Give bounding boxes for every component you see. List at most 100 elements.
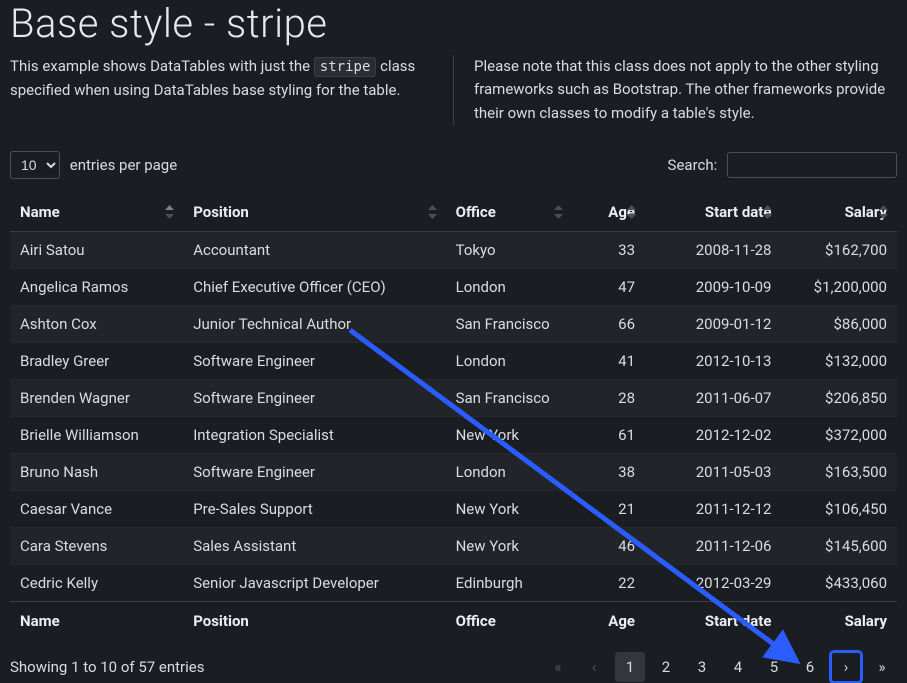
cell-age: 41 [572,342,645,379]
cell-name: Angelica Ramos [10,268,183,305]
col-footer-position: Position [183,601,445,640]
table-footer-controls: Showing 1 to 10 of 57 entries « ‹ 1 2 3 … [10,652,897,682]
cell-salary: $132,000 [781,342,897,379]
cell-age: 33 [572,231,645,268]
cell-start: 2011-12-06 [645,527,781,564]
cell-name: Caesar Vance [10,490,183,527]
table-row: Ashton Cox Junior Technical Author San F… [10,305,897,342]
cell-office: Tokyo [446,231,572,268]
table-row: Cara Stevens Sales Assistant New York 46… [10,527,897,564]
cell-start: 2011-05-03 [645,453,781,490]
col-header-office[interactable]: Office [446,193,572,232]
cell-name: Cara Stevens [10,527,183,564]
col-header-position[interactable]: Position [183,193,445,232]
cell-name: Cedric Kelly [10,564,183,601]
col-header-name[interactable]: Name [10,193,183,232]
entries-per-page-select[interactable]: 10 [10,151,60,179]
cell-age: 28 [572,379,645,416]
cell-name: Brenden Wagner [10,379,183,416]
cell-salary: $145,600 [781,527,897,564]
page-last-button[interactable]: » [867,652,897,682]
page-3-button[interactable]: 3 [687,652,717,682]
cell-age: 47 [572,268,645,305]
cell-office: San Francisco [446,379,572,416]
page-6-button[interactable]: 6 [795,652,825,682]
cell-age: 66 [572,305,645,342]
cell-position: Accountant [183,231,445,268]
cell-start: 2011-06-07 [645,379,781,416]
cell-age: 46 [572,527,645,564]
col-footer-name: Name [10,601,183,640]
cell-position: Chief Executive Officer (CEO) [183,268,445,305]
data-table: Name Position Office Age Start d [10,193,897,640]
page-2-button[interactable]: 2 [651,652,681,682]
cell-salary: $106,450 [781,490,897,527]
col-header-age[interactable]: Age [572,193,645,232]
col-footer-age: Age [572,601,645,640]
entries-per-page-label: entries per page [70,156,177,174]
sort-icon [763,205,773,219]
cell-position: Software Engineer [183,379,445,416]
page-5-button[interactable]: 5 [759,652,789,682]
intro-text-pre: This example shows DataTables with just … [10,57,314,75]
cell-name: Brielle Williamson [10,416,183,453]
stripe-code-badge: stripe [314,57,377,77]
page-1-button[interactable]: 1 [615,652,645,682]
col-footer-salary: Salary [781,601,897,640]
col-footer-start: Start date [645,601,781,640]
cell-name: Bruno Nash [10,453,183,490]
cell-office: San Francisco [446,305,572,342]
footer-row: Name Position Office Age Start date Sala… [10,601,897,640]
cell-salary: $206,850 [781,379,897,416]
cell-start: 2012-10-13 [645,342,781,379]
cell-salary: $433,060 [781,564,897,601]
cell-age: 38 [572,453,645,490]
sort-icon [165,205,175,219]
page-title: Base style - stripe [10,0,897,47]
col-header-position-label: Position [193,203,249,221]
table-body: Airi Satou Accountant Tokyo 33 2008-11-2… [10,231,897,601]
cell-position: Software Engineer [183,342,445,379]
search-label: Search: [668,156,718,174]
cell-age: 21 [572,490,645,527]
col-footer-office: Office [446,601,572,640]
sort-icon [627,205,637,219]
cell-name: Bradley Greer [10,342,183,379]
table-row: Cedric Kelly Senior Javascript Developer… [10,564,897,601]
cell-position: Integration Specialist [183,416,445,453]
cell-start: 2009-10-09 [645,268,781,305]
sort-icon [428,205,438,219]
cell-position: Junior Technical Author [183,305,445,342]
table-row: Airi Satou Accountant Tokyo 33 2008-11-2… [10,231,897,268]
table-row: Angelica Ramos Chief Executive Officer (… [10,268,897,305]
sort-icon [554,205,564,219]
page-prev-button[interactable]: ‹ [579,652,609,682]
table-row: Bradley Greer Software Engineer London 4… [10,342,897,379]
cell-position: Software Engineer [183,453,445,490]
cell-start: 2009-01-12 [645,305,781,342]
table-info: Showing 1 to 10 of 57 entries [10,658,204,676]
cell-office: New York [446,490,572,527]
page-4-button[interactable]: 4 [723,652,753,682]
cell-age: 22 [572,564,645,601]
table-controls: 10 entries per page Search: [10,151,897,179]
cell-salary: $1,200,000 [781,268,897,305]
cell-name: Ashton Cox [10,305,183,342]
length-control: 10 entries per page [10,151,177,179]
cell-age: 61 [572,416,645,453]
table-row: Brielle Williamson Integration Specialis… [10,416,897,453]
col-header-salary[interactable]: Salary [781,193,897,232]
cell-office: New York [446,416,572,453]
search-control: Search: [668,152,897,178]
cell-start: 2012-12-02 [645,416,781,453]
cell-start: 2012-03-29 [645,564,781,601]
intro-block: This example shows DataTables with just … [10,55,897,125]
cell-salary: $372,000 [781,416,897,453]
page-next-button[interactable]: › [831,652,861,682]
intro-left: This example shows DataTables with just … [10,55,453,125]
col-header-start[interactable]: Start date [645,193,781,232]
page-first-button[interactable]: « [543,652,573,682]
sort-icon [879,205,889,219]
search-input[interactable] [727,152,897,178]
col-header-start-label: Start date [705,203,772,221]
